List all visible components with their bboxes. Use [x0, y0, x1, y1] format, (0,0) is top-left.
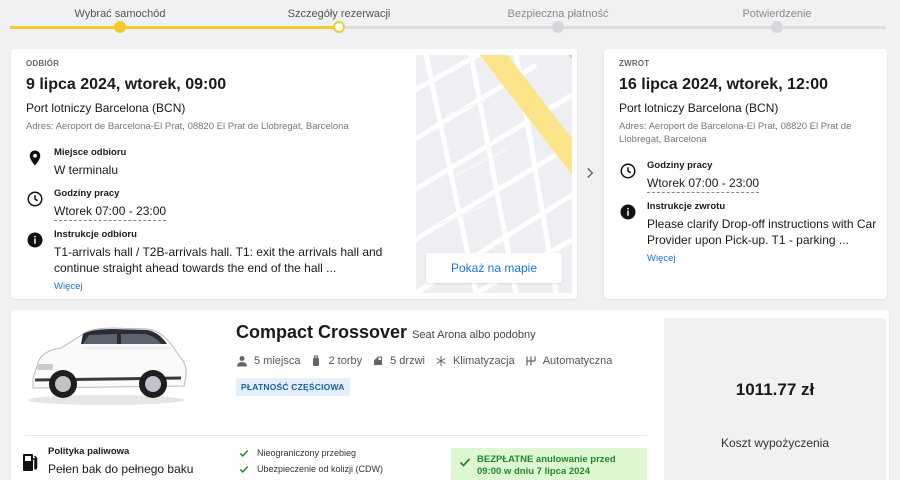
dropoff-more-link[interactable]: Więcej [647, 253, 676, 264]
luggage-icon [313, 355, 320, 366]
car-card: Compact Crossover Seat Arona albo podobn… [11, 310, 889, 480]
spec-transmission: Automatyczna [525, 355, 613, 367]
pickup-place-row: Miejsce odbioru W terminalu [26, 147, 406, 178]
check-icon [239, 450, 249, 457]
spec-bags-label: 2 torby [328, 355, 363, 367]
pickup-datetime: 9 lipca 2024, wtorek, 09:00 [26, 76, 227, 93]
step-label: Wybrać samochód [74, 8, 166, 20]
pickup-hours-value[interactable]: Wtorek 07:00 - 23:00 [54, 203, 167, 221]
car-card-divider [25, 435, 647, 436]
car-specs: 5 miejsca 2 torby 5 drzwi Klimatyzacja A… [236, 355, 656, 367]
spec-ac: Klimatyzacja [435, 355, 515, 367]
fuel-policy-value: Pełen bak do pełnego baku [48, 462, 194, 476]
spec-ac-label: Klimatyzacja [452, 355, 515, 367]
rental-price: 1011.77 zł [735, 380, 815, 399]
step-label: Bezpieczna płatność [507, 8, 609, 20]
rental-price-label: Koszt wypożyczenia [720, 436, 830, 450]
feature-item: Ubezpieczenie od kolizji (CDW) [239, 464, 383, 474]
step-dot [114, 21, 126, 33]
pickup-map[interactable]: Pokaż na mapie [416, 55, 572, 293]
step-dot [771, 21, 783, 33]
show-on-map-button[interactable]: Pokaż na mapie [426, 253, 562, 283]
info-icon [620, 204, 636, 220]
pickup-instructions-label: Instrukcje odbioru [54, 229, 137, 240]
step-secure-payment: Bezpieczna płatność [458, 8, 658, 33]
spec-transmission-label: Automatyczna [542, 355, 613, 367]
step-dot [333, 21, 345, 33]
spec-seats-label: 5 miejsca [254, 355, 301, 367]
free-cancellation-banner: BEZPŁATNE anulowanie przed 09:00 w dniu … [451, 448, 647, 480]
check-icon [239, 466, 249, 473]
clock-icon [27, 191, 43, 207]
dropoff-hours-value[interactable]: Wtorek 07:00 - 23:00 [647, 175, 760, 193]
pickup-card: ODBIÓR 9 lipca 2024, wtorek, 09:00 Port … [11, 49, 577, 299]
car-category: Compact Crossover [236, 322, 408, 342]
clock-icon [620, 163, 636, 179]
info-icon [27, 232, 43, 248]
dropoff-instructions-label: Instrukcje zwrotu [647, 201, 726, 212]
step-label: Potwierdzenie [742, 8, 812, 20]
step-confirmation: Potwierdzenie [677, 8, 877, 33]
spec-doors: 5 drzwi [372, 355, 425, 367]
dropoff-address: Adres: Aeroport de Barcelona-El Prat, 08… [619, 121, 852, 145]
included-features: Nieograniczony przebieg Ubezpieczenie od… [239, 448, 383, 480]
pickup-hours-row: Godziny pracy Wtorek 07:00 - 23:00 [26, 188, 406, 221]
partial-payment-badge: PŁATNOŚĆ CZĘŚCIOWA [236, 378, 350, 396]
spec-seats: 5 miejsca [236, 355, 300, 367]
fuel-pump-icon [23, 454, 38, 471]
dropoff-instructions-row: Instrukcje zwrotu Please clarify Drop-of… [619, 201, 877, 266]
pickup-place-label: Miejsce odbioru [54, 147, 127, 158]
step-label: Szczegóły rezerwacji [287, 8, 391, 20]
pickup-eyebrow: ODBIÓR [26, 59, 60, 68]
feature-label: Ubezpieczenie od kolizji (CDW) [257, 464, 384, 474]
pickup-address: Adres: Aeroport de Barcelona-El Prat, 08… [26, 121, 349, 132]
feature-label: Nieograniczony przebieg [257, 448, 357, 458]
person-icon [237, 356, 247, 367]
progress-stepper: Wybrać samochód Szczegóły rezerwacji Bez… [0, 0, 900, 40]
spec-bags: 2 torby [310, 355, 362, 367]
dropoff-location: Port lotniczy Barcelona (BCN) [619, 101, 779, 115]
fuel-policy-label: Polityka paliwowa [48, 446, 130, 457]
gearbox-icon [526, 356, 536, 366]
dropoff-datetime: 16 lipca 2024, wtorek, 12:00 [619, 76, 829, 93]
pickup-instructions-value: T1-arrivals hall / T2B-arrivals hall. T1… [54, 245, 383, 275]
chevron-right-icon [587, 167, 594, 179]
pickup-more-link[interactable]: Więcej [54, 281, 83, 292]
dropoff-instructions-value: Please clarify Drop-off instructions wit… [647, 217, 877, 247]
pickup-hours-label: Godziny pracy [54, 188, 120, 199]
step-choose-car[interactable]: Wybrać samochód [20, 8, 220, 33]
car-door-icon [374, 356, 383, 365]
car-model: Seat Arona albo podobny [412, 329, 536, 341]
step-dot [552, 21, 564, 33]
pickup-instructions-row: Instrukcje odbioru T1-arrivals hall / T2… [26, 229, 406, 294]
step-booking-details: Szczegóły rezerwacji [239, 8, 439, 33]
snowflake-icon [436, 356, 446, 366]
car-image [28, 327, 187, 405]
free-cancellation-text: BEZPŁATNE anulowanie przed 09:00 w dniu … [477, 454, 616, 477]
dropoff-card: ZWROT 16 lipca 2024, wtorek, 12:00 Port … [604, 49, 887, 299]
dropoff-hours-label: Godziny pracy [647, 160, 713, 171]
dropoff-eyebrow: ZWROT [619, 59, 650, 68]
pickup-location: Port lotniczy Barcelona (BCN) [26, 101, 186, 115]
pickup-place-value: W terminalu [54, 163, 119, 177]
fuel-policy: Polityka paliwowa Pełen bak do pełnego b… [22, 446, 222, 476]
check-icon [459, 458, 471, 467]
stepper-track-progress [10, 26, 339, 29]
dropoff-hours-row: Godziny pracy Wtorek 07:00 - 23:00 [619, 160, 877, 193]
price-panel: 1011.77 zł Koszt wypożyczenia [664, 318, 886, 480]
spec-doors-label: 5 drzwi [390, 355, 425, 367]
location-pin-icon [29, 150, 41, 166]
feature-item: Nieograniczony przebieg [239, 448, 383, 458]
